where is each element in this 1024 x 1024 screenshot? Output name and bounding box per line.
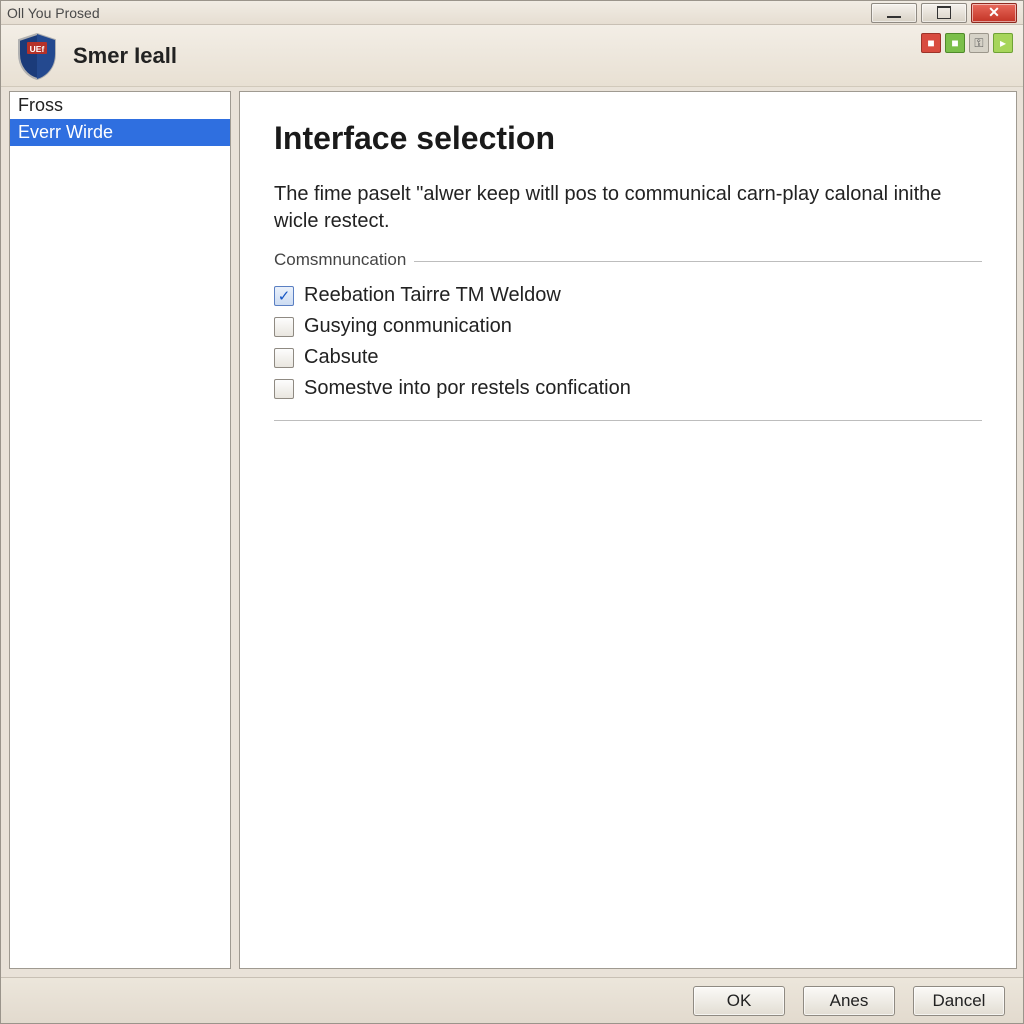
option-label: Cabsute bbox=[304, 346, 379, 369]
logo-text: UEf bbox=[30, 44, 45, 54]
sidebar-item-fross[interactable]: Fross bbox=[10, 92, 230, 119]
ok-button[interactable]: OK bbox=[693, 986, 785, 1016]
group-legend: Comsmnuncation bbox=[274, 250, 414, 270]
option-label: Somestve into por restels confication bbox=[304, 377, 631, 400]
maximize-button[interactable] bbox=[921, 3, 967, 23]
sidebar: Fross Everr Wirde bbox=[9, 91, 231, 969]
checkbox-icon[interactable]: ✓ bbox=[274, 286, 294, 306]
app-window: Oll You Prosed ✕ UEf Smer Ieall ■ ■ ⚿ ▸ bbox=[0, 0, 1024, 1024]
page-description: The fime paselt "alwer keep witll pos to… bbox=[274, 181, 974, 235]
main-panel: Interface selection The fime paselt "alw… bbox=[239, 91, 1017, 969]
option-somestve[interactable]: Somestve into por restels confication bbox=[274, 373, 982, 404]
sidebar-item-everr-wirde[interactable]: Everr Wirde bbox=[10, 119, 230, 146]
apply-button[interactable]: Anes bbox=[803, 986, 895, 1016]
window-controls: ✕ bbox=[871, 3, 1017, 23]
shield-icon: UEf bbox=[15, 32, 59, 80]
window-title: Oll You Prosed bbox=[7, 5, 871, 21]
group-divider bbox=[274, 420, 982, 421]
button-label: Dancel bbox=[933, 991, 986, 1011]
app-name: Smer Ieall bbox=[73, 43, 177, 69]
option-label: Reebation Tairre TM Weldow bbox=[304, 284, 561, 307]
checkbox-icon[interactable] bbox=[274, 348, 294, 368]
sidebar-item-label: Fross bbox=[18, 95, 63, 115]
titlebar: Oll You Prosed ✕ bbox=[1, 1, 1023, 25]
sidebar-item-label: Everr Wirde bbox=[18, 122, 113, 142]
content-body: Fross Everr Wirde Interface selection Th… bbox=[9, 91, 1017, 969]
header-icon-strip: ■ ■ ⚿ ▸ bbox=[921, 33, 1013, 53]
flag-icon[interactable]: ▸ bbox=[993, 33, 1013, 53]
button-label: OK bbox=[727, 991, 752, 1011]
cancel-button[interactable]: Dancel bbox=[913, 986, 1005, 1016]
minimize-button[interactable] bbox=[871, 3, 917, 23]
close-button[interactable]: ✕ bbox=[971, 3, 1017, 23]
button-label: Anes bbox=[830, 991, 869, 1011]
option-cabsute[interactable]: Cabsute bbox=[274, 342, 982, 373]
header-band: UEf Smer Ieall ■ ■ ⚿ ▸ bbox=[1, 25, 1023, 87]
checkbox-icon[interactable] bbox=[274, 379, 294, 399]
status-icon[interactable]: ■ bbox=[945, 33, 965, 53]
option-reebation[interactable]: ✓ Reebation Tairre TM Weldow bbox=[274, 280, 982, 311]
page-title: Interface selection bbox=[274, 120, 982, 157]
key-icon[interactable]: ⚿ bbox=[969, 33, 989, 53]
checkbox-icon[interactable] bbox=[274, 317, 294, 337]
option-label: Gusying conmunication bbox=[304, 315, 512, 338]
option-gusying[interactable]: Gusying conmunication bbox=[274, 311, 982, 342]
footer-bar: OK Anes Dancel bbox=[1, 977, 1023, 1023]
alert-icon[interactable]: ■ bbox=[921, 33, 941, 53]
communication-group: Comsmnuncation ✓ Reebation Tairre TM Wel… bbox=[274, 261, 982, 421]
